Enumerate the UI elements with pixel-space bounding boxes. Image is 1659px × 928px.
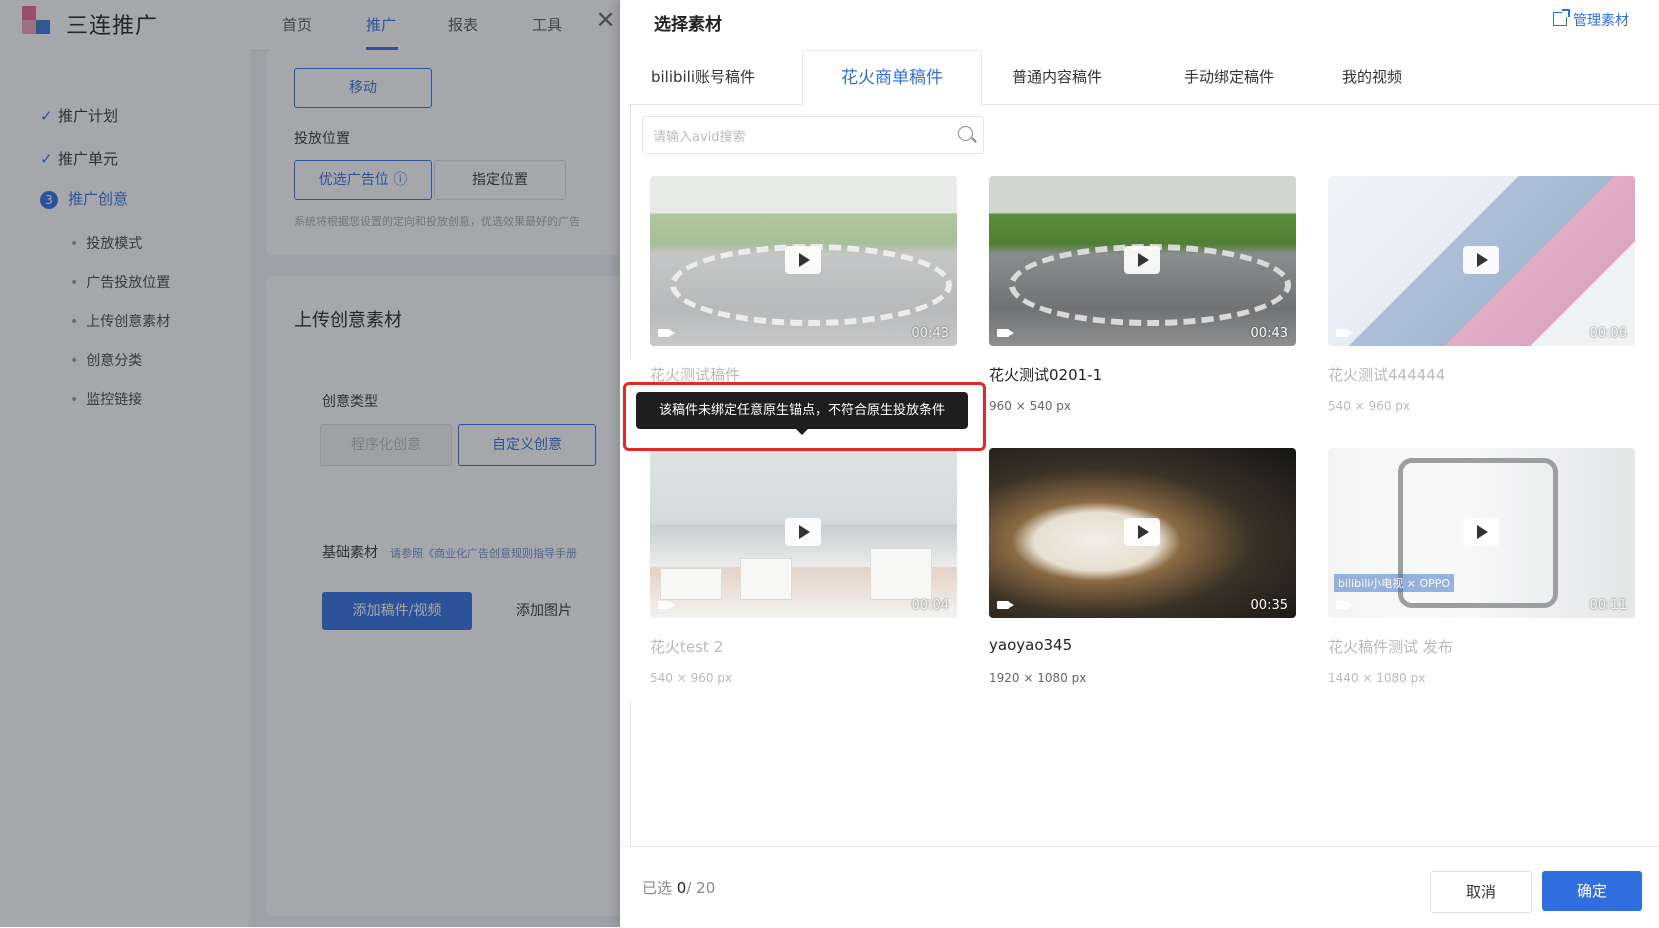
video-duration: 00:35: [1250, 598, 1288, 613]
video-thumbnail: 00:04: [650, 448, 957, 618]
video-duration: 00:43: [1250, 326, 1288, 341]
play-icon[interactable]: [1463, 518, 1499, 546]
play-icon[interactable]: [785, 246, 821, 274]
video-thumbnail: bilibili小电视 × OPPO 00:11: [1328, 448, 1635, 618]
select-material-drawer: 选择素材 管理素材 bilibili账号稿件 花火商单稿件 普通内容稿件 手动绑…: [620, 0, 1659, 927]
external-link-icon: [1553, 9, 1570, 26]
video-duration: 00:43: [911, 326, 949, 341]
video-camera-icon: [658, 329, 675, 337]
material-size: 540 × 960 px: [1328, 399, 1411, 413]
manage-material-label: 管理素材: [1573, 13, 1629, 29]
material-size: 1440 × 1080 px: [1328, 671, 1426, 685]
video-camera-icon: [1336, 329, 1353, 337]
search-input[interactable]: 请输入avid搜索: [642, 116, 984, 154]
material-tabs: bilibili账号稿件 花火商单稿件 普通内容稿件 手动绑定稿件 我的视频: [628, 50, 1659, 106]
scroll-track: [630, 104, 631, 358]
video-thumbnail: 00:43: [650, 176, 957, 346]
confirm-button[interactable]: 确定: [1542, 871, 1642, 911]
material-size: 1920 × 1080 px: [989, 671, 1087, 685]
video-camera-icon: [997, 601, 1014, 609]
selected-total: / 20: [686, 879, 716, 897]
drawer-title: 选择素材: [654, 15, 722, 35]
material-title: 花火稿件测试 发布: [1328, 638, 1453, 656]
material-title: 花火test 2: [650, 638, 724, 656]
video-thumbnail: 00:06: [1328, 176, 1635, 346]
search-icon[interactable]: [958, 126, 973, 141]
material-title: 花火测试0201-1: [989, 366, 1103, 384]
drawer-footer: 已选 0/ 20 取消 确定: [620, 846, 1659, 928]
play-icon[interactable]: [1463, 246, 1499, 274]
thumbnail-watermark: bilibili小电视 × OPPO: [1334, 574, 1455, 592]
selected-prefix: 已选: [642, 879, 677, 897]
play-icon[interactable]: [785, 518, 821, 546]
search-placeholder: 请输入avid搜索: [653, 130, 746, 145]
tab-manual-bind[interactable]: 手动绑定稿件: [1154, 50, 1304, 104]
video-duration: 00:11: [1589, 598, 1627, 613]
tab-huahuo-orders[interactable]: 花火商单稿件: [802, 50, 982, 106]
video-duration: 00:06: [1589, 326, 1627, 341]
tab-bilibili-account[interactable]: bilibili账号稿件: [628, 50, 778, 104]
cancel-button[interactable]: 取消: [1430, 871, 1532, 913]
video-camera-icon: [658, 601, 675, 609]
material-title: yaoyao345: [989, 636, 1073, 654]
material-title: 花火测试444444: [1328, 366, 1446, 384]
tab-normal-content[interactable]: 普通内容稿件: [982, 50, 1132, 104]
video-camera-icon: [1336, 601, 1353, 609]
video-camera-icon: [997, 329, 1014, 337]
selected-count: 0: [676, 879, 687, 897]
material-size: 540 × 960 px: [650, 671, 733, 685]
manage-material-link[interactable]: 管理素材: [1553, 9, 1629, 30]
selected-counter: 已选 0/ 20: [642, 877, 715, 898]
play-icon[interactable]: [1124, 246, 1160, 274]
video-thumbnail: 00:35: [989, 448, 1296, 618]
play-icon[interactable]: [1124, 518, 1160, 546]
material-size: 960 × 540 px: [989, 399, 1072, 413]
video-thumbnail: 00:43: [989, 176, 1296, 346]
modal-overlay[interactable]: [0, 0, 620, 927]
video-duration: 00:04: [911, 598, 949, 613]
ineligible-tooltip: 该稿件未绑定任意原生锚点，不符合原生投放条件: [636, 392, 968, 435]
scroll-track: [630, 700, 631, 850]
background-app: 三连推广 首页 推广 报表 工具 ✕ ✓推广计划 ✓推广单元 3推广创意 投放模…: [0, 0, 620, 927]
tab-my-videos[interactable]: 我的视频: [1312, 50, 1432, 104]
